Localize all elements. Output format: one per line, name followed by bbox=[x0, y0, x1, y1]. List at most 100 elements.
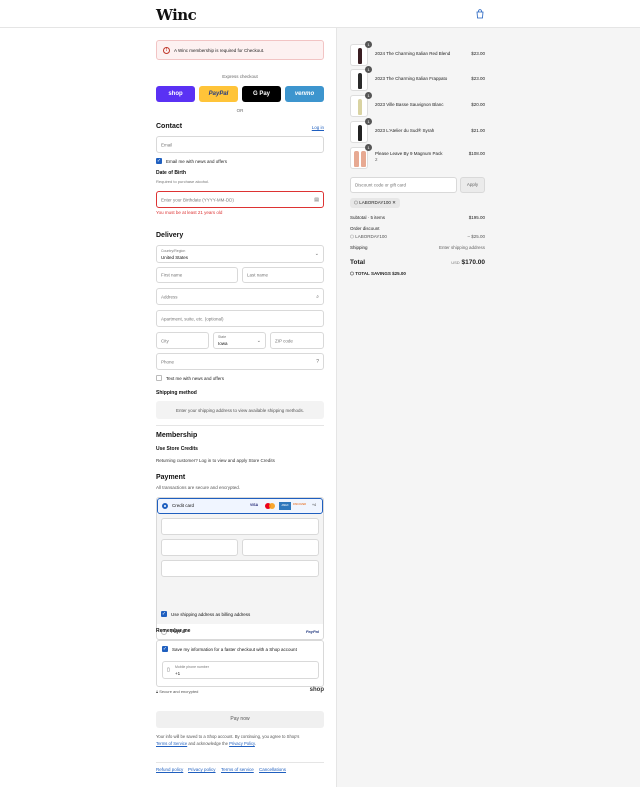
card-cvv-field[interactable] bbox=[242, 539, 319, 556]
discount-input[interactable]: Discount code or gift card bbox=[350, 177, 457, 193]
paypal-button[interactable]: PayPal bbox=[199, 86, 238, 102]
quantity-badge: 1 bbox=[365, 66, 372, 73]
wine-bottle-image bbox=[358, 48, 362, 64]
cart-item: 1 2023 Ville Basse Sauvignon Blanc $20.0… bbox=[350, 92, 485, 117]
billing-same-checkbox[interactable]: ✓ bbox=[161, 611, 167, 617]
credit-card-radio[interactable] bbox=[162, 503, 168, 509]
warning-icon: ! bbox=[163, 47, 170, 54]
tag-icon: ⬡ bbox=[354, 200, 358, 205]
remember-heading: Remember me bbox=[156, 628, 191, 634]
privacy-link[interactable]: Privacy Policy bbox=[229, 741, 255, 746]
last-name-field[interactable]: Last name bbox=[242, 267, 324, 283]
shipping-method-box: Enter your shipping address to view avai… bbox=[156, 401, 324, 419]
search-icon: ⌕ bbox=[316, 293, 319, 300]
cart-item: 1 2023 The Charming Italian Frappato $23… bbox=[350, 66, 485, 91]
chevron-down-icon: ⌄ bbox=[256, 337, 261, 344]
express-checkout-label: Express checkout bbox=[222, 74, 258, 79]
discount-row: ⬡ LABORDAY100 – $25.00 bbox=[350, 234, 485, 239]
paypal-logo: PayPal bbox=[305, 629, 319, 634]
product-thumbnail bbox=[350, 69, 368, 91]
google-pay-button[interactable]: G Pay bbox=[242, 86, 281, 102]
shop-logo: shop bbox=[309, 687, 324, 693]
calendar-icon: ▤ bbox=[314, 196, 319, 203]
pay-now-button[interactable]: Pay now bbox=[156, 711, 324, 728]
item-name: Please Leave By 9 Magnum Pack bbox=[375, 151, 443, 156]
terms-of-service-link[interactable]: Terms of service bbox=[221, 767, 254, 772]
tag-icon: ⬡ bbox=[350, 271, 354, 276]
apartment-field[interactable]: Apartment, suite, etc. (optional) bbox=[156, 310, 324, 327]
visa-icon: VISA bbox=[250, 503, 259, 507]
delivery-heading: Delivery bbox=[156, 232, 184, 239]
payment-note: All transactions are secure and encrypte… bbox=[156, 485, 241, 490]
membership-alert: ! A Winc membership is required for Chec… bbox=[156, 40, 324, 60]
cart-item: 1 Please Leave By 9 Magnum Pack 2 $108.0… bbox=[350, 144, 485, 169]
card-number-field[interactable] bbox=[161, 518, 319, 535]
section-divider bbox=[156, 425, 324, 426]
phone-field[interactable]: Phone ? bbox=[156, 353, 324, 370]
first-name-field[interactable]: First name bbox=[156, 267, 238, 283]
state-select[interactable]: State Iowa ⌄ bbox=[213, 332, 266, 349]
privacy-policy-link[interactable]: Privacy policy bbox=[188, 767, 216, 772]
product-thumbnail bbox=[350, 121, 368, 143]
mobile-phone-field[interactable]: ▯ Mobile phone number +1 bbox=[162, 661, 319, 679]
header: Winc bbox=[0, 0, 640, 28]
discount-tag: ⬡ LABORDAY100 ✕ bbox=[350, 198, 400, 208]
or-divider: OR bbox=[236, 108, 244, 113]
shopping-bag-icon[interactable] bbox=[475, 9, 485, 19]
quantity-badge: 1 bbox=[365, 41, 372, 48]
dob-error: You must be at least 21 years old bbox=[156, 210, 223, 215]
subtotal-row: Subtotal · 5 items $195.00 bbox=[350, 215, 485, 220]
zip-field[interactable]: ZIP code bbox=[270, 332, 324, 349]
phone-icon: ▯ bbox=[167, 667, 170, 673]
card-expiry-field[interactable] bbox=[161, 539, 238, 556]
venmo-button[interactable]: venmo bbox=[285, 86, 324, 102]
item-name: 2024 The Charming Italian Red Blend bbox=[375, 51, 451, 56]
country-select[interactable]: Country/Region United States ⌄ bbox=[156, 245, 324, 263]
item-price: $23.00 bbox=[471, 76, 485, 81]
wine-bottle-image bbox=[361, 151, 366, 167]
apply-button[interactable]: Apply bbox=[460, 177, 485, 193]
save-info-checkbox[interactable]: ✓ bbox=[162, 646, 168, 652]
discover-icon: DISCOVER bbox=[293, 503, 307, 506]
savings-row: ⬡ TOTAL SAVINGS $25.00 bbox=[350, 271, 406, 276]
shop-pay-button[interactable]: shop bbox=[156, 86, 195, 102]
total-amount: $170.00 bbox=[461, 259, 486, 266]
address-field[interactable]: Address ⌕ bbox=[156, 288, 324, 305]
item-name: 2023 L'Atelier du Sud® Syrah bbox=[375, 128, 435, 133]
city-field[interactable]: City bbox=[156, 332, 209, 349]
mastercard-icon bbox=[265, 503, 275, 509]
birthdate-field[interactable]: Enter your Birthdate (YYYY-MM-DD) ▤ bbox=[156, 191, 324, 208]
chevron-down-icon: ⌄ bbox=[314, 251, 319, 257]
terms-link[interactable]: Terms of Service bbox=[156, 741, 187, 746]
cancellations-link[interactable]: Cancellations bbox=[259, 767, 286, 772]
total-row: Total USD $170.00 bbox=[350, 259, 485, 266]
credit-card-option[interactable]: Credit card VISA AMEX DISCOVER +4 bbox=[157, 498, 323, 514]
tag-icon: ⬡ bbox=[350, 234, 354, 239]
login-link[interactable]: Log in bbox=[312, 125, 324, 130]
quantity-badge: 1 bbox=[365, 118, 372, 125]
shipping-row: Shipping Enter shipping address bbox=[350, 245, 485, 250]
winc-logo[interactable]: Winc bbox=[156, 6, 197, 24]
item-variant: 2 bbox=[375, 157, 378, 162]
quantity-badge: 1 bbox=[365, 144, 372, 151]
quantity-badge: 1 bbox=[365, 92, 372, 99]
payment-heading: Payment bbox=[156, 474, 186, 481]
shipping-method-heading: Shipping method bbox=[156, 390, 197, 396]
text-news-label: Text me with news and offers bbox=[166, 376, 224, 381]
order-discount-label: Order discount bbox=[350, 226, 380, 231]
remove-code-icon[interactable]: ✕ bbox=[392, 200, 396, 205]
product-thumbnail bbox=[350, 44, 368, 66]
wine-bottle-image bbox=[354, 151, 359, 167]
email-news-label: Email me with news and offers bbox=[166, 159, 227, 164]
currency-label: USD bbox=[451, 260, 460, 265]
store-credits-heading: Use Store Credits bbox=[156, 446, 198, 452]
email-news-checkbox[interactable]: ✓ bbox=[156, 158, 162, 164]
text-news-checkbox[interactable] bbox=[156, 375, 162, 381]
secure-note: 🔒︎ Secure and encrypted bbox=[156, 689, 199, 694]
card-name-field[interactable] bbox=[161, 560, 319, 577]
refund-policy-link[interactable]: Refund policy bbox=[156, 767, 183, 772]
help-icon[interactable]: ? bbox=[316, 359, 319, 365]
product-thumbnail bbox=[350, 147, 368, 169]
email-field[interactable]: Email bbox=[156, 136, 324, 153]
item-name: 2023 The Charming Italian Frappato bbox=[375, 76, 448, 81]
